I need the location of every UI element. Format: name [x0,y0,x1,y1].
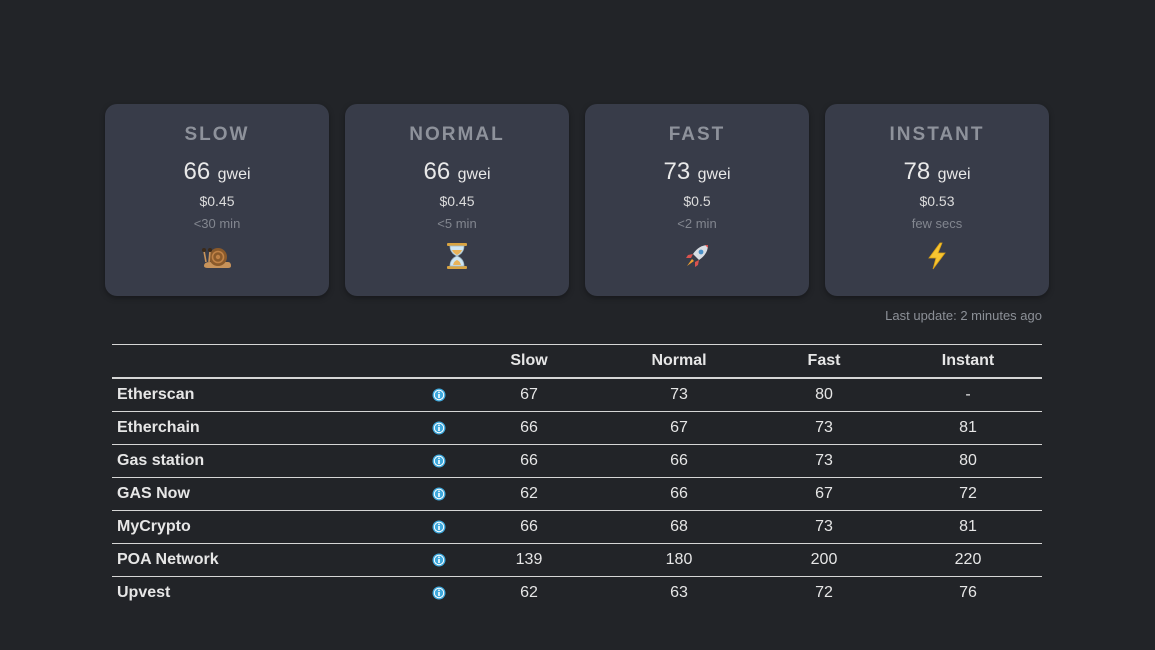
slow-value: 66 [454,510,604,544]
card-fast: FAST 73 gwei $0.5 <2 min [585,104,809,296]
header-instant[interactable]: Instant [894,344,1042,379]
card-slow: SLOW 66 gwei $0.45 <30 min [105,104,329,296]
price-value: 66 [183,158,211,185]
card-title: NORMAL [409,124,505,145]
normal-value: 66 [604,477,754,511]
provider-name: GAS Now [112,477,424,511]
wait-time: <2 min [677,216,717,231]
card-instant: INSTANT 78 gwei $0.53 few secs [825,104,1049,296]
price-value: 66 [423,158,451,185]
provider-name: Etherchain [112,411,424,445]
table-row: Gas station 66 66 73 80 [112,444,1042,478]
fast-value: 72 [815,584,833,601]
header-normal[interactable]: Normal [604,344,754,379]
card-price: 66 gwei [345,158,569,186]
slow-value: 139 [454,543,604,577]
last-update-text: Last update: 2 minutes ago [885,308,1042,323]
card-price: 66 gwei [105,158,329,186]
usd-cost: $0.5 [683,193,711,209]
slow-value: 66 [454,411,604,445]
rocket-icon [686,245,708,267]
usd-cost: $0.45 [199,193,235,209]
provider-name: Etherscan [112,378,424,412]
card-title: INSTANT [889,124,985,145]
normal-value: 63 [670,584,688,601]
fast-value: 73 [754,510,894,544]
instant-value: 81 [894,411,1042,445]
header-info [424,344,454,379]
providers-table: Slow Normal Fast Instant Etherscan 67 73… [112,344,1042,609]
info-icon[interactable] [432,388,446,402]
usd-cost: $0.53 [919,193,955,209]
price-unit: gwei [457,166,491,183]
table-header-row: Slow Normal Fast Instant [112,344,1042,379]
lightning-icon [928,242,946,270]
price-unit: gwei [217,166,251,183]
slow-value: 62 [520,584,538,601]
header-slow[interactable]: Slow [454,344,604,379]
card-title: SLOW [184,124,250,145]
table-row: Etherchain 66 67 73 81 [112,411,1042,445]
table-row: POA Network 139 180 200 220 [112,543,1042,577]
wait-time: few secs [911,216,963,231]
hourglass-icon [447,243,467,269]
slow-value: 62 [454,477,604,511]
price-value: 78 [903,158,931,185]
info-icon[interactable] [432,553,446,567]
table-row: MyCrypto 66 68 73 81 [112,510,1042,544]
fast-value: 73 [754,411,894,445]
price-value: 73 [663,158,691,185]
provider-name: MyCrypto [112,510,424,544]
table-row: Etherscan 67 73 80 - [112,378,1042,412]
table-row: Upvest 62 63 72 76 [112,577,1042,610]
normal-value: 66 [604,444,754,478]
slow-value: 67 [454,378,604,412]
header-provider [112,344,424,379]
gas-price-cards: SLOW 66 gwei $0.45 <30 min NORMAL 66 gwe… [105,104,1049,296]
fast-value: 80 [754,378,894,412]
instant-value: 80 [894,444,1042,478]
info-icon[interactable] [432,421,446,435]
card-title: FAST [668,124,726,145]
provider-name: Gas station [112,444,424,478]
instant-value: 220 [894,543,1042,577]
info-icon[interactable] [432,454,446,468]
instant-value: 81 [894,510,1042,544]
fast-value: 73 [754,444,894,478]
card-price: 73 gwei [585,158,809,186]
info-icon[interactable] [432,487,446,501]
wait-time: <30 min [193,216,241,231]
provider-name: POA Network [112,543,424,577]
price-unit: gwei [697,166,731,183]
header-fast[interactable]: Fast [754,344,894,379]
info-icon[interactable] [432,586,446,600]
table-row: GAS Now 62 66 67 72 [112,477,1042,511]
card-normal: NORMAL 66 gwei $0.45 <5 min [345,104,569,296]
fast-value: 200 [754,543,894,577]
slow-value: 66 [454,444,604,478]
price-unit: gwei [937,166,971,183]
usd-cost: $0.45 [439,193,475,209]
info-icon[interactable] [432,520,446,534]
wait-time: <5 min [437,216,477,231]
normal-value: 180 [604,543,754,577]
normal-value: 68 [604,510,754,544]
normal-value: 67 [604,411,754,445]
normal-value: 73 [604,378,754,412]
snail-icon [202,248,231,268]
instant-value: 76 [959,584,977,601]
card-price: 78 gwei [825,158,1049,186]
instant-value: 72 [894,477,1042,511]
provider-name: Upvest [117,584,171,601]
fast-value: 67 [754,477,894,511]
instant-value: - [894,378,1042,412]
